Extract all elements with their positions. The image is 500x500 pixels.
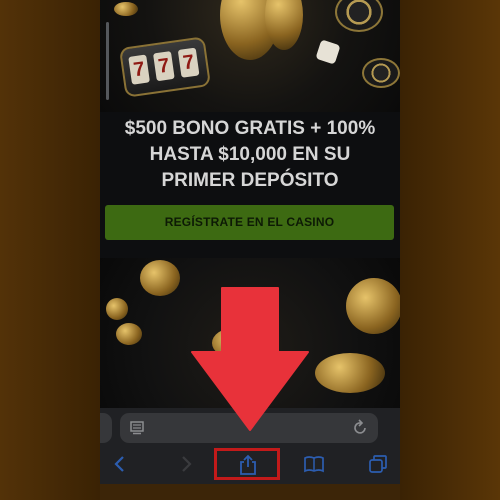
casino-chip-graphic-2	[362, 58, 400, 88]
gold-cup-graphic	[315, 353, 385, 393]
gold-plate-graphic	[212, 328, 256, 358]
browser-address-bar	[100, 408, 400, 448]
gold-basketball-graphic	[346, 278, 400, 334]
slot-reel: 7	[128, 54, 150, 85]
share-button-highlight	[214, 448, 280, 480]
gold-ball-graphic	[140, 260, 180, 296]
promo-line: $500 BONO GRATIS + 100%	[124, 118, 376, 139]
dice-graphic	[315, 39, 341, 65]
home-indicator-area	[100, 484, 400, 500]
url-field[interactable]	[120, 413, 378, 443]
previous-tab-address-pill[interactable]	[100, 413, 112, 443]
reload-icon[interactable]	[352, 419, 368, 437]
back-icon[interactable]	[106, 454, 134, 478]
slot-machine-graphic: 7 7 7	[118, 36, 212, 98]
casino-sports-image	[100, 258, 400, 408]
casino-hero-image: 7 7 7	[100, 0, 400, 112]
phone-screen: 7 7 7 $500 BONO GRATIS + 100% HASTA $10,…	[100, 0, 400, 500]
promo-headline: $500 BONO GRATIS + 100% HASTA $10,000 EN…	[100, 116, 400, 194]
tabs-icon[interactable]	[364, 454, 392, 478]
gold-chip-graphic	[116, 323, 142, 345]
casino-chip-graphic	[335, 0, 383, 32]
slot-reel: 7	[153, 51, 175, 82]
slot-reel: 7	[177, 47, 200, 78]
bookmarks-icon[interactable]	[300, 454, 328, 478]
page-settings-icon[interactable]	[130, 421, 146, 435]
forward-icon[interactable]	[172, 454, 200, 478]
promo-line: PRIMER DEPÓSITO	[161, 170, 339, 191]
scroll-indicator[interactable]	[106, 22, 109, 100]
gold-coin-graphic	[114, 2, 138, 16]
gold-ball-graphic-2	[106, 298, 128, 320]
register-casino-button[interactable]: REGÍSTRATE EN EL CASINO	[105, 205, 394, 240]
promo-line: HASTA $10,000 EN SU	[149, 144, 351, 165]
